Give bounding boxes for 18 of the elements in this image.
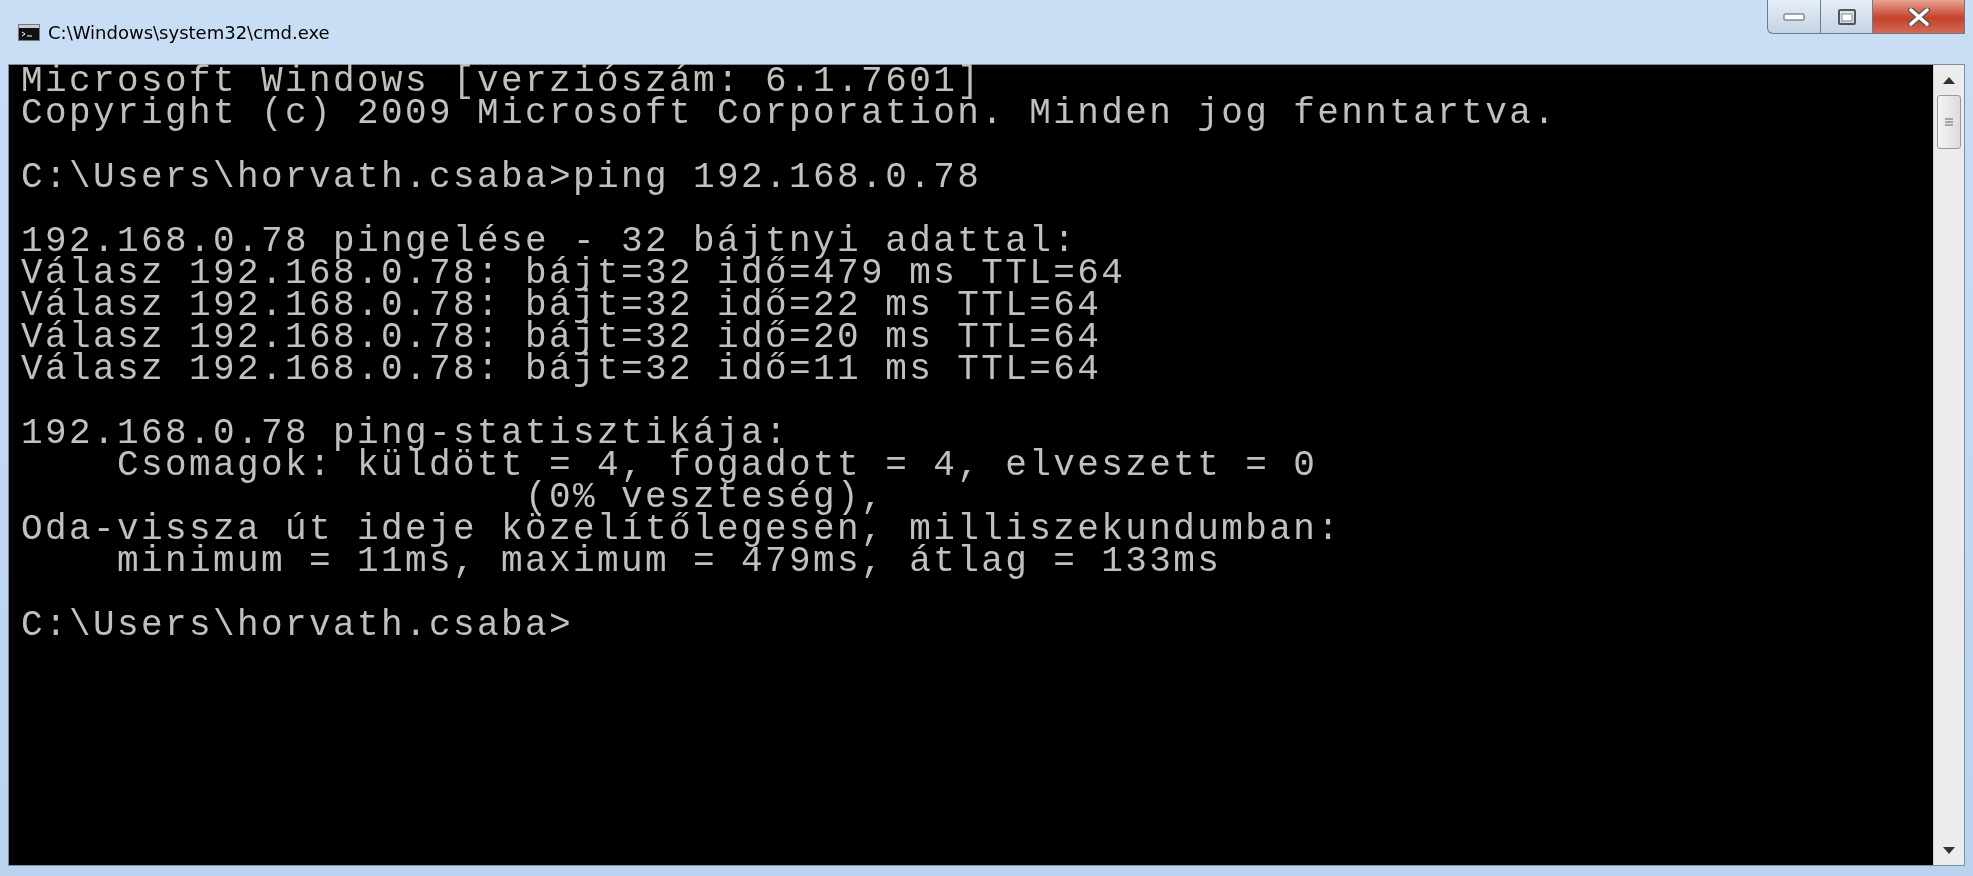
maximize-button[interactable] [1821,0,1873,34]
minimize-button[interactable] [1767,0,1821,34]
maximize-icon [1837,8,1856,25]
window-title: C:\Windows\system32\cmd.exe [48,21,330,43]
scrollbar[interactable] [1933,65,1964,865]
down-arrow-icon [1943,846,1955,854]
console-line: minimum = 11ms, maximum = 479ms, átlag = 133ms [116,546,1223,578]
close-icon [1907,7,1930,26]
minimize-icon [1783,12,1805,21]
console-line: Copyright (c) 2009 Microsoft Corporation. Minden jog fenntartva. [21,98,1559,130]
close-button[interactable] [1873,0,1965,34]
up-arrow-icon [1943,76,1955,84]
console-line: Válasz 192.168.0.78: bájt=32 idő=11 ms TTL=64 [21,354,1103,386]
grip-icon [1944,117,1954,127]
console-icon [18,23,40,41]
console-line: C:\Users\horvath.csaba> [21,610,575,642]
scroll-thumb[interactable] [1937,95,1961,149]
console-line: C:\Users\horvath.csaba>ping 192.168.0.78 [21,162,983,194]
